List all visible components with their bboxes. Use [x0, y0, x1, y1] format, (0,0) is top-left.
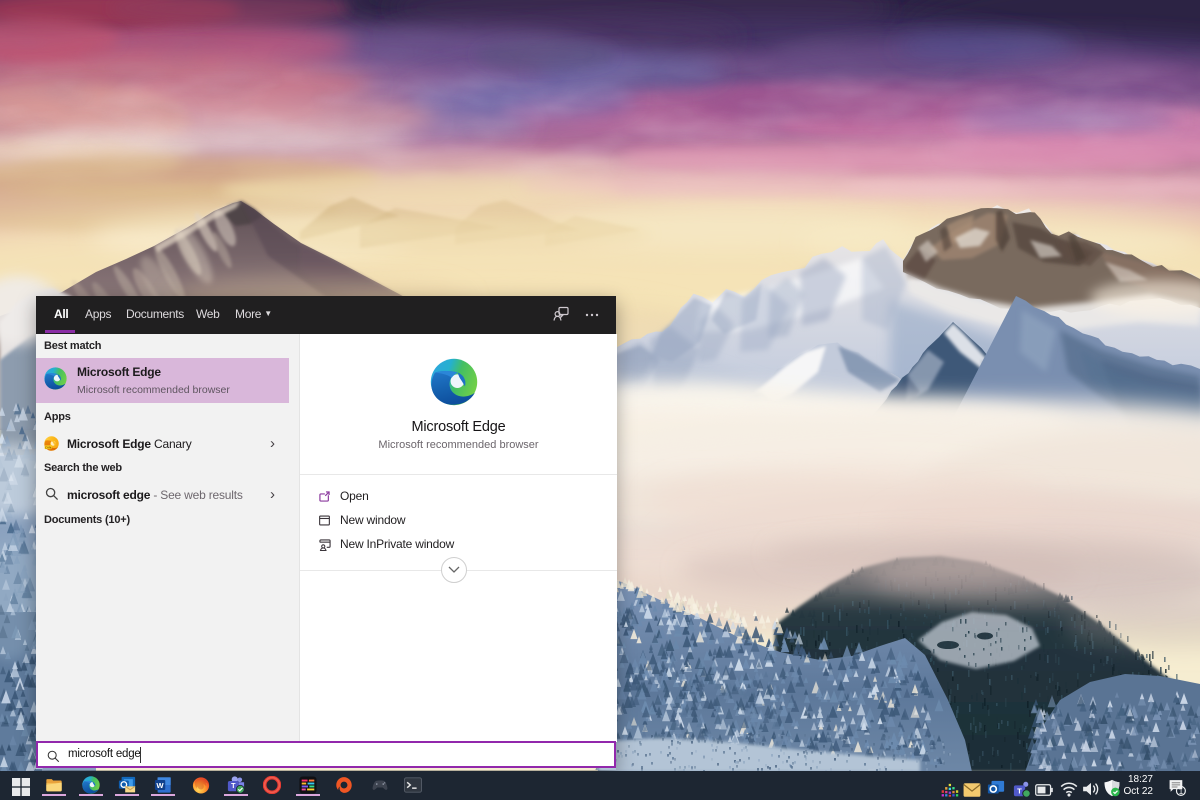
svg-text:T: T	[231, 781, 236, 790]
svg-text:1: 1	[1179, 787, 1184, 796]
svg-text:T: T	[1017, 786, 1022, 795]
svg-text:W: W	[156, 781, 164, 790]
